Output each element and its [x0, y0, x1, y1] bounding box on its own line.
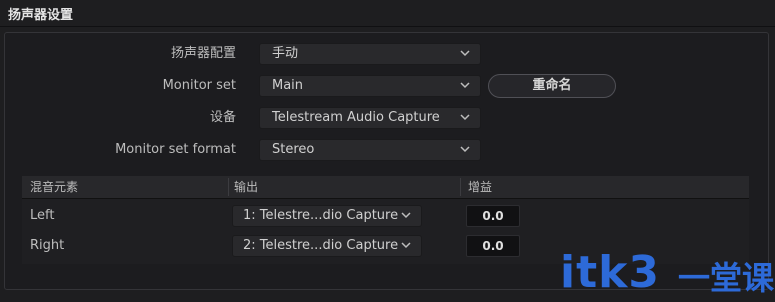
gain-input-right[interactable]: 0.0 — [466, 235, 520, 257]
chevron-down-icon — [460, 114, 470, 121]
chevron-down-icon — [460, 82, 470, 89]
device-select[interactable]: Telestream Audio Capture — [259, 107, 481, 129]
page-title: 扬声器设置 — [8, 8, 74, 23]
monitor-set-format-label: Monitor set format — [115, 142, 236, 157]
speaker-config-label: 扬声器配置 — [170, 46, 236, 61]
monitor-set-label: Monitor set — [162, 78, 236, 93]
output-value-right: 2: Telestre...dio Capture — [243, 238, 399, 253]
monitor-set-value: Main — [272, 78, 304, 93]
output-select-right[interactable]: 2: Telestre...dio Capture — [232, 235, 422, 257]
column-header-gain: 增益 — [468, 180, 493, 194]
device-value: Telestream Audio Capture — [272, 110, 440, 125]
table-row: Left 1: Telestre...dio Capture 0.0 — [22, 205, 749, 227]
chevron-down-icon — [401, 212, 411, 219]
column-divider — [228, 178, 229, 196]
gain-input-left[interactable]: 0.0 — [466, 205, 520, 227]
output-value-left: 1: Telestre...dio Capture — [243, 208, 399, 223]
column-header-mix-element: 混音元素 — [30, 180, 79, 194]
speaker-config-select[interactable]: 手动 — [259, 43, 481, 65]
column-divider — [460, 178, 461, 196]
monitor-set-select[interactable]: Main — [259, 75, 481, 97]
monitor-set-format-select[interactable]: Stereo — [259, 139, 481, 161]
chevron-down-icon — [401, 242, 411, 249]
row-name-left: Left — [30, 208, 55, 223]
output-select-left[interactable]: 1: Telestre...dio Capture — [232, 205, 422, 227]
speaker-config-value: 手动 — [272, 46, 299, 61]
chevron-down-icon — [460, 50, 470, 57]
monitor-set-format-value: Stereo — [272, 142, 315, 157]
watermark-logo-cn: 一堂课 — [678, 259, 775, 297]
title-divider — [0, 26, 775, 27]
mix-table-header: 混音元素 输出 增益 — [22, 176, 749, 199]
rename-button[interactable]: 重命名 — [488, 74, 616, 98]
chevron-down-icon — [460, 146, 470, 153]
column-header-output: 输出 — [234, 180, 259, 194]
watermark-logo: itk3 — [560, 247, 660, 298]
device-label: 设备 — [209, 110, 236, 125]
row-name-right: Right — [30, 238, 65, 253]
